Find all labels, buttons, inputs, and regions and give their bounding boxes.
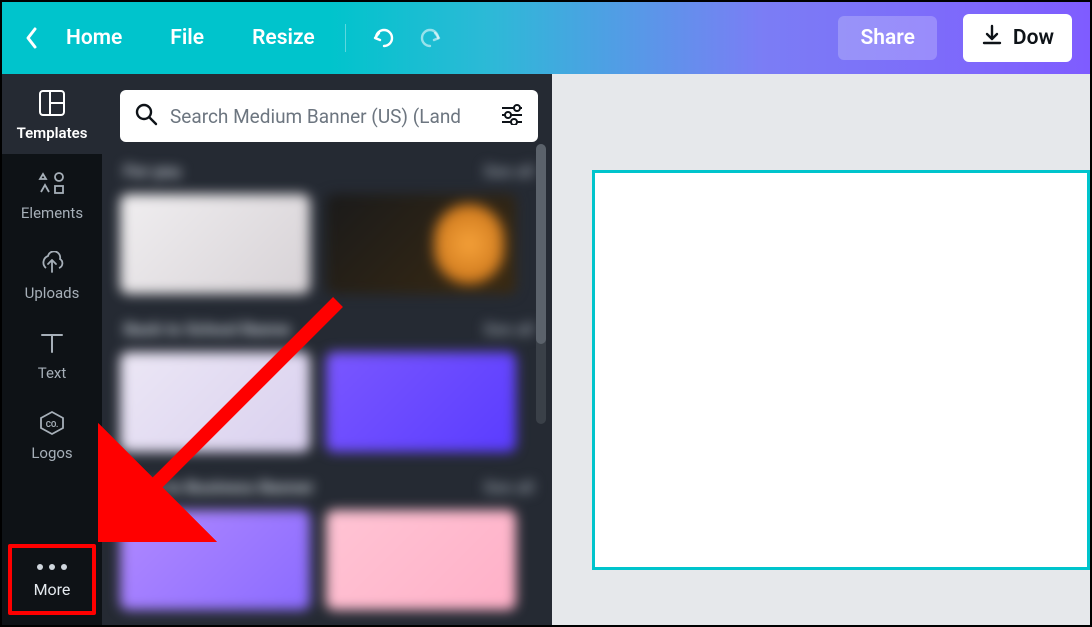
redo-icon[interactable] (414, 22, 446, 54)
search-icon (134, 102, 158, 130)
undo-icon[interactable] (368, 22, 400, 54)
rail-more[interactable]: More (8, 544, 96, 615)
topbar: Home File Resize Share Dow (2, 2, 1090, 74)
share-button[interactable]: Share (838, 16, 936, 60)
panel-content-blurred: For you See all Back to School Banne See a… (120, 162, 538, 610)
templates-panel: For you See all Back to School Banne See a… (102, 74, 552, 625)
elements-icon (37, 168, 67, 198)
resize-button[interactable]: Resize (244, 22, 323, 54)
see-all: See all (483, 162, 534, 182)
rail-templates-label: Templates (17, 124, 88, 142)
filters-icon[interactable] (500, 103, 524, 129)
file-menu[interactable]: File (162, 22, 212, 54)
download-icon (981, 24, 1003, 52)
section-title: Back to Business Banner (124, 478, 314, 498)
see-all: See all (483, 320, 534, 340)
uploads-icon (37, 248, 67, 278)
home-link[interactable]: Home (58, 22, 130, 54)
rail-more-label: More (34, 580, 71, 599)
rail-logos[interactable]: CO. Logos (2, 394, 102, 474)
rail-uploads[interactable]: Uploads (2, 234, 102, 314)
rail-uploads-label: Uploads (25, 284, 80, 302)
separator (345, 24, 346, 52)
rail-text-label: Text (38, 364, 67, 382)
logos-icon: CO. (37, 408, 67, 438)
search-input[interactable] (170, 105, 488, 128)
text-icon (37, 328, 67, 358)
rail-elements[interactable]: Elements (2, 154, 102, 234)
panel-scrollbar-thumb[interactable] (536, 144, 546, 344)
rail-templates[interactable]: Templates (2, 74, 102, 154)
section-title: Back to School Banne (124, 320, 290, 340)
rail-text[interactable]: Text (2, 314, 102, 394)
body: Templates Elements Uploads Text (2, 74, 1090, 625)
section-title: For you (124, 162, 181, 182)
templates-icon (37, 88, 67, 118)
more-icon (37, 564, 67, 570)
download-button[interactable]: Dow (963, 14, 1072, 62)
back-chevron-icon[interactable] (20, 26, 44, 50)
see-all: See all (483, 478, 534, 498)
rail-logos-label: Logos (31, 444, 72, 462)
design-canvas[interactable] (592, 170, 1090, 570)
side-rail: Templates Elements Uploads Text (2, 74, 102, 625)
app-root: Home File Resize Share Dow Templates (0, 0, 1092, 627)
download-label: Dow (1013, 26, 1054, 50)
svg-text:CO.: CO. (46, 420, 59, 429)
rail-elements-label: Elements (21, 204, 83, 222)
search-bar (120, 90, 538, 142)
canvas-area[interactable] (552, 74, 1090, 625)
